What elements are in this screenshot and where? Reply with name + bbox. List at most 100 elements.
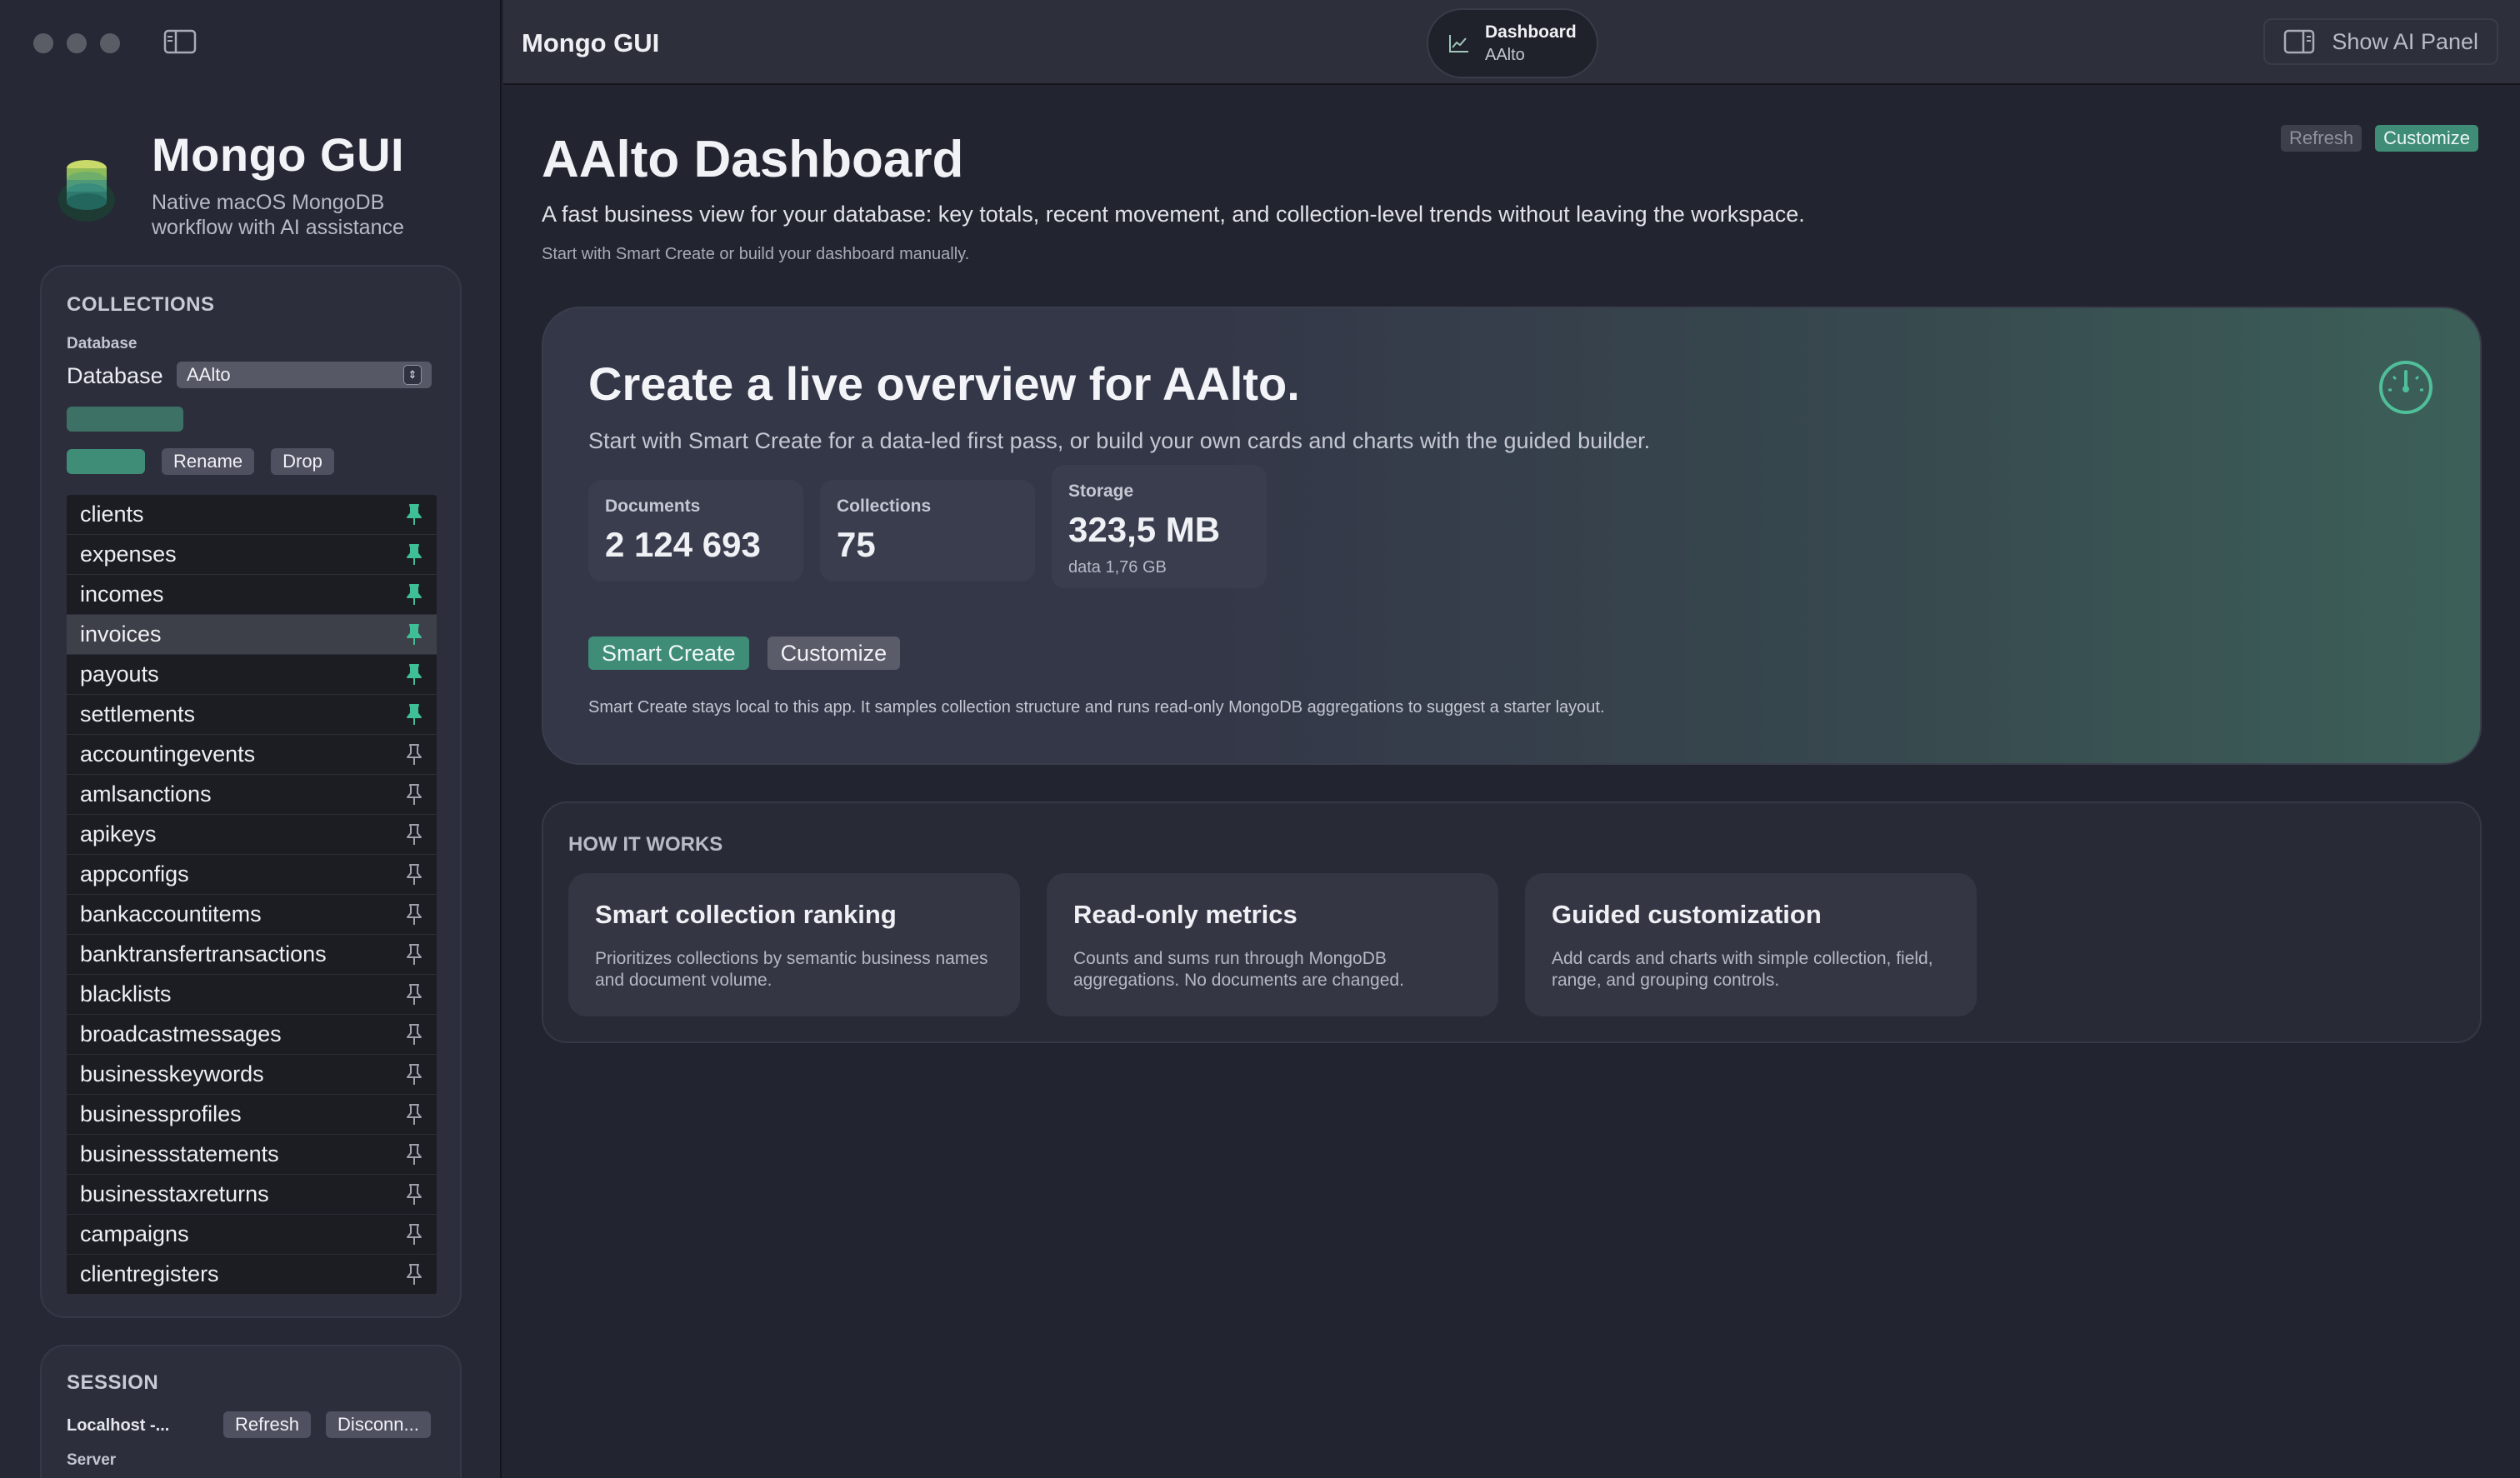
page-hint: Start with Smart Create or build your da… [542, 245, 970, 263]
session-actions: Refresh Disconn... [223, 1411, 431, 1438]
smart-create-button[interactable]: Smart Create [588, 637, 749, 670]
collections-title: COLLECTIONS [67, 293, 215, 316]
pin-icon[interactable] [405, 583, 423, 607]
stat-label: Collections [837, 497, 932, 516]
how-it-works-title: HOW IT WORKS [568, 833, 723, 856]
pin-icon[interactable] [405, 1063, 423, 1086]
collection-item[interactable]: clients [67, 495, 437, 535]
pin-icon[interactable] [405, 1263, 423, 1286]
chart-line-icon [1449, 35, 1468, 52]
pin-icon[interactable] [405, 1103, 423, 1126]
dashboard-tab[interactable]: Dashboard AAlto [1427, 8, 1598, 78]
brand-subtitle: Native macOS MongoDB workflow with AI as… [152, 191, 404, 239]
how-it-works-cards: Smart collection ranking Prioritizes col… [568, 873, 1977, 1016]
collection-name: campaigns [80, 1221, 189, 1246]
collection-item[interactable]: expenses [67, 535, 437, 575]
hero-subtitle: Start with Smart Create for a data-led f… [588, 428, 1651, 453]
close-window-button[interactable] [33, 33, 53, 53]
toolbar-title: Mongo GUI [522, 28, 660, 57]
database-section-label: Database [67, 335, 138, 352]
database-select-value: AAlto [187, 364, 231, 385]
pin-icon[interactable] [405, 1183, 423, 1206]
collection-name: invoices [80, 622, 162, 647]
pin-icon[interactable] [405, 663, 423, 687]
session-refresh-button[interactable]: Refresh [223, 1411, 312, 1438]
collection-item[interactable]: businesstaxreturns [67, 1175, 437, 1215]
pin-icon[interactable] [405, 1023, 423, 1046]
pin-icon[interactable] [405, 943, 423, 966]
collection-name: blacklists [80, 981, 172, 1006]
collection-name: appconfigs [80, 861, 189, 886]
collection-item[interactable]: settlements [67, 695, 437, 735]
disconnect-button[interactable]: Disconn... [326, 1411, 431, 1438]
stat-note: data 1,76 GB [1068, 558, 1167, 577]
collection-item[interactable]: businesskeywords [67, 1055, 437, 1095]
hero-actions: Smart Create Customize [588, 637, 901, 670]
overview-hero: Create a live overview for AAlto. Start … [542, 307, 2482, 765]
pin-icon[interactable] [405, 1223, 423, 1246]
collections-panel: COLLECTIONS Database Database AAlto ⇕ Re… [40, 265, 462, 1318]
pin-icon[interactable] [405, 783, 423, 806]
rename-button[interactable]: Rename [162, 448, 255, 475]
collection-item[interactable]: appconfigs [67, 855, 437, 895]
collection-name: accountingevents [80, 741, 256, 766]
brand-header: Mongo GUI Native macOS MongoDB workflow … [55, 125, 435, 240]
collection-item[interactable]: businessprofiles [67, 1095, 437, 1135]
sidebar-toggle-icon[interactable] [163, 28, 197, 55]
collections-stat: Collections 75 [820, 480, 1035, 582]
zoom-window-button[interactable] [100, 33, 120, 53]
refresh-button[interactable]: Refresh [2281, 125, 2362, 152]
feature-card-desc: Add cards and charts with simple collect… [1552, 949, 1933, 990]
collection-item[interactable]: bankaccountitems [67, 895, 437, 935]
pin-icon[interactable] [405, 823, 423, 846]
collection-name: incomes [80, 582, 164, 607]
toolbar: Mongo GUI Dashboard AAlto Show AI Panel [503, 0, 2520, 85]
pin-icon[interactable] [405, 623, 423, 647]
hero-customize-button[interactable]: Customize [767, 637, 901, 670]
pin-icon[interactable] [405, 543, 423, 567]
collection-item[interactable]: clientregisters [67, 1255, 437, 1295]
collection-item[interactable]: amlsanctions [67, 775, 437, 815]
database-label: Database [67, 363, 163, 388]
collection-item[interactable]: broadcastmessages [67, 1015, 437, 1055]
hero-note: Smart Create stays local to this app. It… [588, 698, 1605, 717]
collection-item[interactable]: blacklists [67, 975, 437, 1015]
pin-icon[interactable] [405, 863, 423, 886]
collection-name: broadcastmessages [80, 1021, 282, 1046]
create-collection-button[interactable] [67, 449, 145, 474]
session-host: Localhost -... [67, 1416, 170, 1435]
documents-stat: Documents 2 124 693 [588, 480, 803, 582]
collection-item[interactable]: payouts [67, 655, 437, 695]
collection-item[interactable]: apikeys [67, 815, 437, 855]
database-select[interactable]: AAlto ⇕ [177, 362, 432, 388]
pin-icon[interactable] [405, 1143, 423, 1166]
collection-item[interactable]: incomes [67, 575, 437, 615]
pin-icon[interactable] [405, 903, 423, 926]
stat-label: Storage [1068, 482, 1134, 501]
pin-icon[interactable] [405, 743, 423, 766]
collection-item[interactable]: accountingevents [67, 735, 437, 775]
show-ai-panel-button[interactable]: Show AI Panel [2263, 18, 2498, 65]
tab-subtitle: AAlto [1485, 45, 1525, 64]
feature-card-title: Guided customization [1552, 900, 1822, 929]
collection-actions: Rename Drop [67, 448, 334, 475]
pin-icon[interactable] [405, 703, 423, 727]
window-controls [33, 33, 120, 53]
collection-item[interactable]: banktransfertransactions [67, 935, 437, 975]
collection-item[interactable]: businessstatements [67, 1135, 437, 1175]
feature-card: Smart collection ranking Prioritizes col… [568, 873, 1020, 1016]
collection-item[interactable]: invoices [67, 615, 437, 655]
select-stepper-icon: ⇕ [403, 365, 422, 385]
feature-card: Guided customization Add cards and chart… [1525, 873, 1977, 1016]
pin-icon[interactable] [405, 503, 423, 527]
stat-value: 75 [837, 525, 876, 564]
pin-icon[interactable] [405, 983, 423, 1006]
collection-item[interactable]: campaigns [67, 1215, 437, 1255]
customize-button[interactable]: Customize [2375, 125, 2478, 152]
drop-button[interactable]: Drop [271, 448, 334, 475]
minimize-window-button[interactable] [67, 33, 87, 53]
collections-list: clients expenses incomes invoices payouts set… [67, 495, 437, 1295]
session-server-label: Server [67, 1451, 117, 1469]
hero-title: Create a live overview for AAlto. [588, 357, 1300, 410]
new-collection-field[interactable] [67, 407, 183, 432]
